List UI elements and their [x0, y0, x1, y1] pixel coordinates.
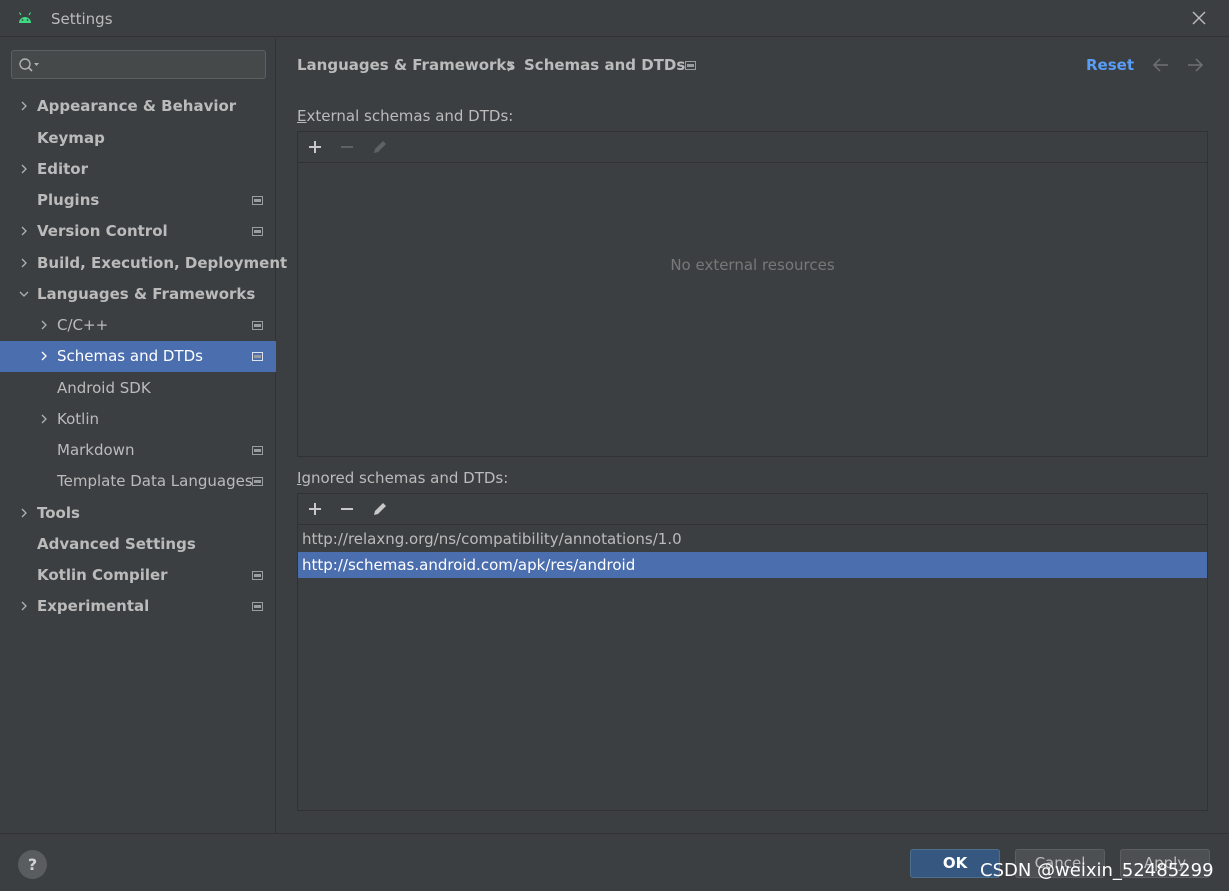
ignored-schemas-toolbar	[298, 494, 1207, 525]
project-settings-icon	[685, 61, 696, 70]
forward-arrow-icon[interactable]	[1186, 56, 1204, 74]
project-settings-icon	[252, 196, 263, 205]
edit-pencil-icon[interactable]	[370, 137, 390, 157]
empty-state-text: No external resources	[670, 256, 835, 274]
sidebar-item-label: C/C++	[57, 316, 109, 334]
search-icon	[19, 58, 39, 72]
list-item[interactable]: http://relaxng.org/ns/compatibility/anno…	[298, 526, 1207, 552]
sidebar-item-android-sdk[interactable]: Android SDK	[0, 373, 276, 404]
chevron-right-icon	[41, 351, 47, 361]
chevron-right-icon	[41, 414, 47, 424]
remove-icon[interactable]	[337, 499, 357, 519]
sidebar-item-languages-frameworks[interactable]: Languages & Frameworks	[0, 279, 276, 310]
add-icon[interactable]	[305, 137, 325, 157]
list-item-selected[interactable]: http://schemas.android.com/apk/res/andro…	[298, 552, 1207, 578]
sidebar-item-label: Markdown	[57, 441, 135, 459]
external-schemas-toolbar	[298, 132, 1207, 163]
chevron-down-icon	[19, 291, 29, 297]
reset-link[interactable]: Reset	[1086, 56, 1134, 74]
search-box[interactable]	[11, 50, 266, 79]
sidebar-item-label: Template Data Languages	[57, 472, 253, 490]
remove-icon[interactable]	[337, 137, 357, 157]
android-icon	[18, 12, 32, 23]
sidebar-item-label: Build, Execution, Deployment	[37, 254, 288, 272]
sidebar-item-template-data-languages[interactable]: Template Data Languages	[0, 466, 276, 497]
project-settings-icon	[252, 477, 263, 486]
title-bar: Settings	[0, 0, 1229, 37]
ignored-schemas-label: Ignored schemas and DTDs:	[297, 469, 508, 487]
close-icon[interactable]	[1191, 10, 1207, 26]
project-settings-icon	[252, 352, 263, 361]
breadcrumb-separator-icon	[507, 60, 514, 72]
sidebar-item-label: Editor	[37, 160, 88, 178]
ignored-schemas-panel: http://relaxng.org/ns/compatibility/anno…	[297, 493, 1208, 811]
sidebar-item-tools[interactable]: Tools	[0, 498, 276, 529]
project-settings-icon	[252, 321, 263, 330]
sidebar-item-label: Kotlin Compiler	[37, 566, 168, 584]
chevron-right-icon	[21, 508, 27, 518]
settings-sidebar: Appearance & Behavior Keymap Editor Plug…	[0, 38, 287, 833]
sidebar-item-label: Version Control	[37, 222, 168, 240]
back-arrow-icon[interactable]	[1152, 56, 1170, 74]
sidebar-item-label: Experimental	[37, 597, 150, 615]
chevron-right-icon	[21, 258, 27, 268]
sidebar-item-kotlin-compiler[interactable]: Kotlin Compiler	[0, 560, 276, 591]
sidebar-item-label: Appearance & Behavior	[37, 97, 237, 115]
search-input[interactable]	[48, 53, 260, 76]
project-settings-icon	[252, 227, 263, 236]
project-settings-icon	[252, 602, 263, 611]
external-schemas-label-text: xternal schemas and DTDs:	[306, 107, 514, 125]
project-settings-icon	[252, 446, 263, 455]
sidebar-item-markdown[interactable]: Markdown	[0, 435, 276, 466]
project-settings-icon	[252, 571, 263, 580]
chevron-right-icon	[21, 601, 27, 611]
sidebar-item-label: Languages & Frameworks	[37, 285, 256, 303]
sidebar-item-experimental[interactable]: Experimental	[0, 591, 276, 622]
sidebar-item-kotlin[interactable]: Kotlin	[0, 404, 276, 435]
sidebar-item-label: Kotlin	[57, 410, 99, 428]
sidebar-item-schemas-dtds[interactable]: Schemas and DTDs	[0, 341, 276, 372]
sidebar-item-label: Keymap	[37, 129, 105, 147]
sidebar-item-label: Advanced Settings	[37, 535, 196, 553]
chevron-right-icon	[21, 164, 27, 174]
add-icon[interactable]	[305, 499, 325, 519]
sidebar-item-version-control[interactable]: Version Control	[0, 216, 276, 247]
sidebar-item-editor[interactable]: Editor	[0, 154, 276, 185]
sidebar-item-build-execution-deployment[interactable]: Build, Execution, Deployment	[0, 248, 287, 279]
ignored-schemas-label-text: gnored schemas and DTDs:	[301, 469, 509, 487]
chevron-right-icon	[41, 320, 47, 330]
chevron-right-icon	[21, 101, 27, 111]
sidebar-item-label: Schemas and DTDs	[57, 347, 203, 365]
breadcrumb-current: Schemas and DTDs	[524, 56, 686, 74]
external-schemas-label: External schemas and DTDs:	[297, 107, 513, 125]
external-schemas-panel: No external resources	[297, 131, 1208, 457]
window-title: Settings	[51, 10, 113, 28]
chevron-right-icon	[21, 226, 27, 236]
sidebar-item-label: Plugins	[37, 191, 100, 209]
sidebar-item-keymap[interactable]: Keymap	[0, 123, 276, 154]
sidebar-item-label: Tools	[37, 504, 80, 522]
sidebar-item-plugins[interactable]: Plugins	[0, 185, 276, 216]
sidebar-item-label: Android SDK	[57, 379, 151, 397]
watermark-text: CSDN @weixin_52485299	[980, 860, 1214, 881]
help-button[interactable]: ?	[18, 850, 47, 879]
sidebar-item-advanced-settings[interactable]: Advanced Settings	[0, 529, 276, 560]
breadcrumb-parent[interactable]: Languages & Frameworks	[297, 56, 515, 74]
edit-pencil-icon[interactable]	[370, 499, 390, 519]
sidebar-item-cpp[interactable]: C/C++	[0, 310, 276, 341]
sidebar-item-appearance-behavior[interactable]: Appearance & Behavior	[0, 91, 276, 122]
